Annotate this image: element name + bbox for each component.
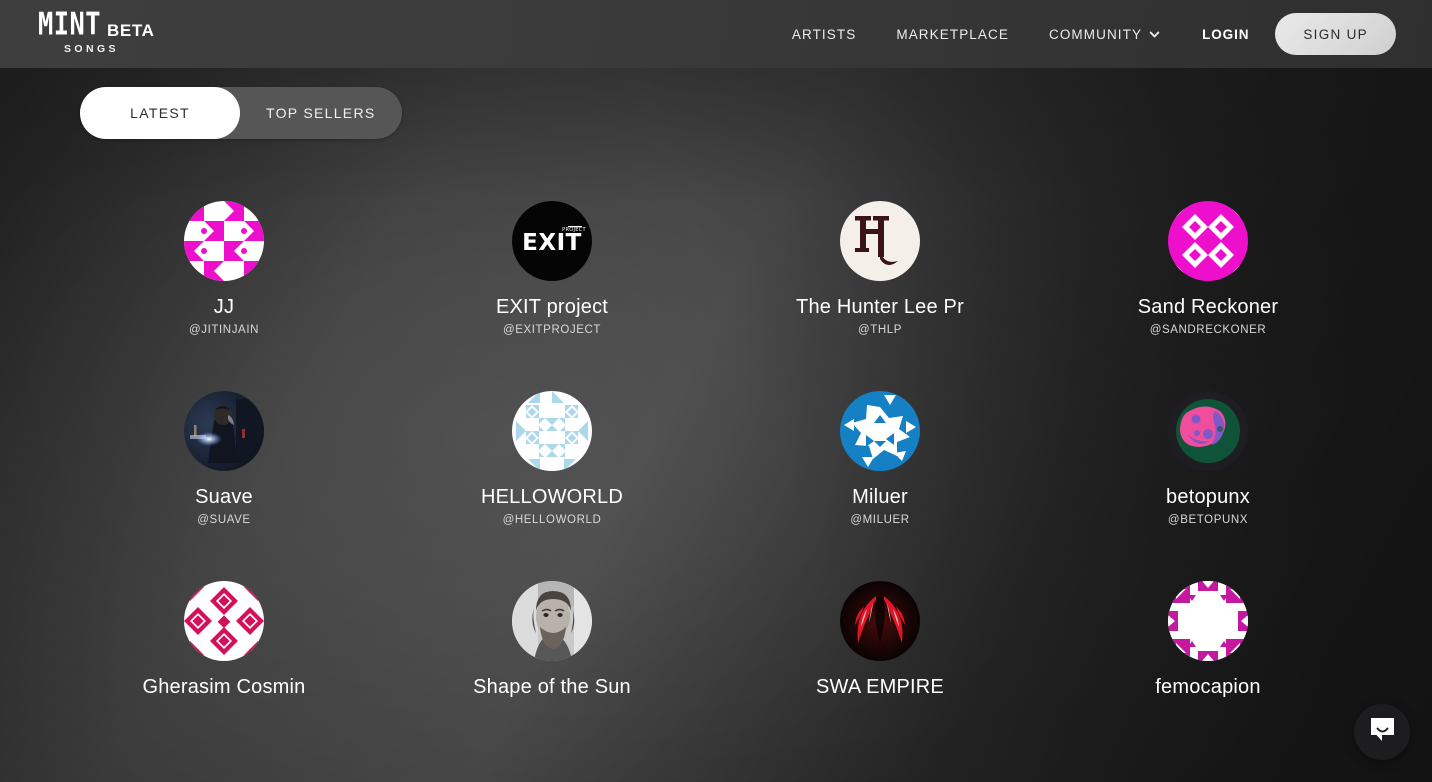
artist-name: EXIT project <box>495 296 609 318</box>
exit-logo-icon: EXIT PROJECT <box>512 201 592 281</box>
artist-handle: @EXITPROJECT <box>502 324 602 336</box>
artist-handle: @BETOPUNX <box>1167 514 1249 526</box>
artist-card[interactable]: Suave @SUAVE <box>60 391 388 581</box>
artist-card[interactable]: JJ @JITINJAIN <box>60 201 388 391</box>
artist-card[interactable]: HELLOWORLD @HELLOWORLD <box>388 391 716 581</box>
artist-name: femocapion <box>1155 676 1261 698</box>
brand-beta-badge: BETA <box>107 20 155 40</box>
nav-item-community[interactable]: COMMUNITY <box>1029 27 1180 42</box>
artist-card[interactable]: SWA EMPIRE <box>716 581 1044 771</box>
artist-card[interactable]: EXIT PROJECT EXIT project @EXITPROJECT <box>388 201 716 391</box>
nav-item-community-label: COMMUNITY <box>1048 26 1143 42</box>
photo-suave-icon <box>184 391 264 471</box>
photo-bearded-man-icon <box>512 581 592 661</box>
nav-item-marketplace-label: MARKETPLACE <box>896 26 1009 42</box>
artist-name: Sand Reckoner <box>1137 296 1279 318</box>
artist-card[interactable]: Miluer @MILUER <box>716 391 1044 581</box>
artist-card[interactable]: Shape of the Sun <box>388 581 716 771</box>
nav-item-marketplace[interactable]: MARKETPLACE <box>876 27 1029 42</box>
artist-card[interactable]: Sand Reckoner @SANDRECKONER <box>1044 201 1372 391</box>
artists-grid: JJ @JITINJAIN EXIT PROJECT EXIT project … <box>0 201 1432 771</box>
signup-button[interactable]: SIGN UP <box>1275 13 1396 55</box>
sort-tabs: LATEST TOP SELLERS <box>80 87 402 139</box>
identicon-magenta-2-icon <box>1168 201 1248 281</box>
identicon-crimson-icon <box>184 581 264 661</box>
svg-text:EXIT: EXIT <box>522 230 582 256</box>
nav-item-artists[interactable]: ARTISTS <box>772 27 876 42</box>
brand-logo[interactable]: MINT BETA SONGS <box>38 9 155 55</box>
site-header: MINT BETA SONGS ARTISTS MARKETPLACE COMM… <box>0 0 1432 68</box>
chat-launcher-button[interactable] <box>1354 704 1410 760</box>
artist-card[interactable]: Gherasim Cosmin <box>60 581 388 771</box>
artist-handle: @SANDRECKONER <box>1149 324 1267 336</box>
artist-handle: @JITINJAIN <box>188 324 260 336</box>
artist-card[interactable]: The Hunter Lee Pr @THLP <box>716 201 1044 391</box>
main-navigation: ARTISTS MARKETPLACE COMMUNITY LOGIN SIGN… <box>772 13 1396 55</box>
tab-top-sellers[interactable]: TOP SELLERS <box>240 87 402 139</box>
artist-handle: @HELLOWORLD <box>502 514 602 526</box>
red-wings-icon <box>840 581 920 661</box>
artist-handle: @SUAVE <box>197 514 251 526</box>
brand-logo-row: MINT BETA <box>38 9 155 40</box>
tab-latest[interactable]: LATEST <box>80 87 240 139</box>
artist-handle: @THLP <box>857 324 903 336</box>
artist-handle: @MILUER <box>850 514 910 526</box>
artist-card[interactable]: femocapion <box>1044 581 1372 771</box>
identicon-blue-icon <box>840 391 920 471</box>
chevron-down-icon <box>1149 29 1160 40</box>
identicon-magenta-icon <box>184 201 264 281</box>
planet-pink-icon <box>1168 391 1248 471</box>
artist-name: betopunx <box>1166 486 1250 508</box>
chat-bubble-icon <box>1369 716 1396 748</box>
artist-name: SWA EMPIRE <box>816 676 944 698</box>
brand-name: MINT <box>38 6 102 43</box>
artist-card[interactable]: betopunx @BETOPUNX <box>1044 391 1372 581</box>
artist-name: The Hunter Lee Pr <box>796 296 964 318</box>
brand-subtitle: SONGS <box>64 42 119 55</box>
page-root: MINT BETA SONGS ARTISTS MARKETPLACE COMM… <box>0 0 1432 782</box>
artist-name: JJ <box>213 296 235 318</box>
identicon-magenta-3-icon <box>1168 581 1248 661</box>
login-link-label: LOGIN <box>1202 26 1250 42</box>
artist-name: Gherasim Cosmin <box>142 676 306 698</box>
nav-item-artists-label: ARTISTS <box>791 26 857 42</box>
identicon-lightblue-icon <box>512 391 592 471</box>
artist-name: Shape of the Sun <box>473 676 631 698</box>
svg-text:PROJECT: PROJECT <box>562 227 586 233</box>
artist-name: Suave <box>195 486 253 508</box>
hl-monogram-icon <box>840 201 920 281</box>
artist-name: Miluer <box>852 486 908 508</box>
login-link[interactable]: LOGIN <box>1180 27 1265 42</box>
tabs-section: LATEST TOP SELLERS <box>0 68 1432 139</box>
artist-name: HELLOWORLD <box>480 486 624 508</box>
